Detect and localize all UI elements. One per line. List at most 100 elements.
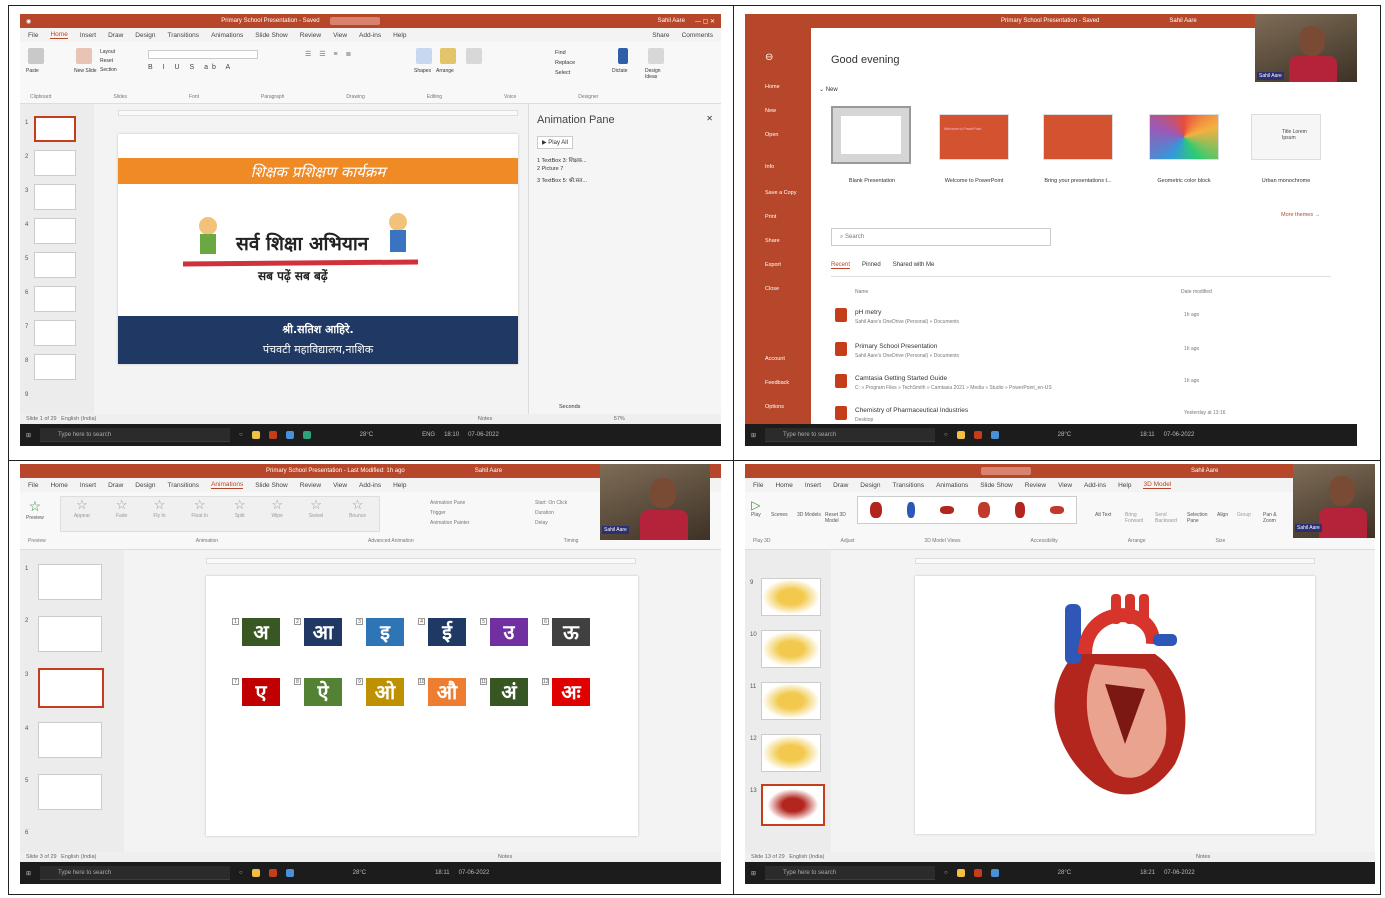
tab-help[interactable]: Help bbox=[393, 482, 406, 489]
animation-order-tag[interactable]: 9 bbox=[356, 678, 363, 685]
back-arrow-icon[interactable]: ⊖ bbox=[765, 52, 773, 63]
animation-order-tag[interactable]: 6 bbox=[542, 618, 549, 625]
tab-review[interactable]: Review bbox=[300, 482, 321, 489]
bring-forward-button[interactable]: Bring Forward bbox=[1125, 512, 1155, 524]
vowel-tile[interactable]: ओ bbox=[366, 678, 404, 706]
tab-shared[interactable]: Shared with Me bbox=[893, 262, 935, 269]
tab-design[interactable]: Design bbox=[135, 32, 155, 39]
duration-field[interactable]: Duration bbox=[535, 508, 567, 518]
heart-view-left-icon[interactable] bbox=[906, 502, 915, 518]
thumbnail-slide-1[interactable] bbox=[38, 564, 102, 600]
tab-insert[interactable]: Insert bbox=[805, 482, 821, 489]
select-button[interactable]: Select bbox=[555, 68, 575, 78]
tab-view[interactable]: View bbox=[333, 32, 347, 39]
play-all-button[interactable]: ▶ Play All bbox=[537, 136, 573, 149]
tab-draw[interactable]: Draw bbox=[108, 482, 123, 489]
tab-file[interactable]: File bbox=[28, 482, 38, 489]
weather-temp[interactable]: 28°C bbox=[1058, 870, 1071, 876]
tab-animations[interactable]: Animations bbox=[211, 481, 244, 489]
tab-slide-show[interactable]: Slide Show bbox=[255, 32, 288, 39]
tab-pinned[interactable]: Pinned bbox=[862, 262, 881, 269]
thumbnail-slide-4[interactable] bbox=[34, 218, 76, 244]
animation-order-tag[interactable]: 1 bbox=[232, 618, 239, 625]
slide-canvas[interactable] bbox=[915, 576, 1315, 834]
clock-time[interactable]: 18:11 bbox=[1140, 432, 1155, 438]
explorer-icon[interactable] bbox=[956, 869, 965, 877]
powerpoint-taskbar-icon[interactable] bbox=[973, 431, 982, 439]
vowel-tile[interactable]: ई bbox=[428, 618, 466, 646]
nav-export[interactable]: Export bbox=[765, 262, 781, 268]
animation-order-tag[interactable]: 11 bbox=[480, 678, 487, 685]
effect-gallery[interactable]: ☆ Appear ☆ Fade ☆ Fly In ☆ Float In ☆ Split ☆… bbox=[60, 496, 380, 532]
windows-start-icon[interactable]: ⊞ bbox=[26, 870, 31, 877]
preview-button[interactable]: ☆ Preview bbox=[26, 498, 44, 521]
tab-3d-model[interactable]: 3D Model bbox=[1143, 481, 1172, 489]
effect-wipe[interactable]: ☆ Wipe bbox=[271, 497, 283, 531]
tab-file[interactable]: File bbox=[753, 482, 763, 489]
taskbar-search[interactable]: Type here to search bbox=[40, 866, 231, 880]
nav-info[interactable]: Info bbox=[765, 164, 774, 170]
animation-order-tag[interactable]: 10 bbox=[418, 678, 425, 685]
tab-help[interactable]: Help bbox=[393, 32, 406, 39]
slide-canvas[interactable]: 1 अ 2 आ 3 इ 4 ई 5 उ 6 ऊ 7 ए 8 ऐ 9 ओ 10 औ 11 अं 12 अः bbox=[206, 576, 638, 836]
effect-split[interactable]: ☆ Split bbox=[234, 497, 246, 531]
explorer-icon[interactable] bbox=[956, 431, 965, 439]
weather-temp[interactable]: 28°C bbox=[360, 432, 373, 438]
effect-bounce[interactable]: ☆ Bounce bbox=[349, 497, 366, 531]
section-button[interactable]: Section bbox=[100, 66, 117, 75]
zoom-level[interactable]: 57% bbox=[614, 416, 625, 422]
group-button[interactable]: Group bbox=[1237, 512, 1251, 518]
models3d-button[interactable]: 3D Models bbox=[797, 512, 821, 518]
tab-add-ins[interactable]: Add-ins bbox=[1084, 482, 1106, 489]
animation-order-tag[interactable]: 8 bbox=[294, 678, 301, 685]
file-row[interactable]: Primary School Presentation Sahil Aare's… bbox=[811, 342, 1357, 368]
effect-fly-in[interactable]: ☆ Fly In bbox=[153, 497, 165, 531]
template-bring[interactable] bbox=[1043, 114, 1113, 160]
tab-view[interactable]: View bbox=[1058, 482, 1072, 489]
search-field[interactable]: ⌕ Search bbox=[831, 228, 1051, 246]
chrome-icon[interactable] bbox=[285, 869, 294, 877]
animation-painter-button[interactable]: Animation Painter bbox=[430, 518, 469, 528]
animation-order-tag[interactable]: 4 bbox=[418, 618, 425, 625]
language-indicator[interactable]: English (India) bbox=[789, 854, 824, 860]
nav-share[interactable]: Share bbox=[765, 238, 780, 244]
thumbnail-slide-3-selected[interactable] bbox=[38, 668, 104, 708]
clock-date[interactable]: 07-06-2022 bbox=[459, 870, 490, 876]
tab-home[interactable]: Home bbox=[50, 482, 67, 489]
weather-temp[interactable]: 28°C bbox=[353, 870, 366, 876]
app-icon[interactable] bbox=[302, 431, 311, 439]
tab-home[interactable]: Home bbox=[775, 482, 792, 489]
thumbnail-slide-10[interactable] bbox=[761, 630, 821, 668]
chrome-icon[interactable] bbox=[285, 431, 294, 439]
thumbnail-slide-4[interactable] bbox=[38, 722, 102, 758]
powerpoint-taskbar-icon[interactable] bbox=[973, 869, 982, 877]
tab-add-ins[interactable]: Add-ins bbox=[359, 32, 381, 39]
effect-fade[interactable]: ☆ Fade bbox=[116, 497, 128, 531]
thumbnail-slide-5[interactable] bbox=[38, 774, 102, 810]
nav-close[interactable]: Close bbox=[765, 286, 779, 292]
tab-design[interactable]: Design bbox=[860, 482, 880, 489]
animation-order-tag[interactable]: 3 bbox=[356, 618, 363, 625]
clock-time[interactable]: 18:11 bbox=[435, 870, 450, 876]
nav-feedback[interactable]: Feedback bbox=[765, 380, 789, 386]
powerpoint-taskbar-icon[interactable] bbox=[268, 431, 277, 439]
thumbnail-slide-9[interactable] bbox=[761, 578, 821, 616]
tab-view[interactable]: View bbox=[333, 482, 347, 489]
anim-item-2[interactable]: 2 Picture 7 bbox=[537, 166, 563, 172]
heart-view-bottom-icon[interactable] bbox=[1049, 506, 1064, 514]
tab-review[interactable]: Review bbox=[1025, 482, 1046, 489]
alt-text-button[interactable]: Alt Text bbox=[1095, 512, 1111, 518]
tab-slide-show[interactable]: Slide Show bbox=[980, 482, 1013, 489]
layout-button[interactable]: Layout bbox=[100, 48, 117, 57]
tab-review[interactable]: Review bbox=[300, 32, 321, 39]
explorer-icon[interactable] bbox=[251, 869, 260, 877]
file-row[interactable]: Chemistry of Pharmaceutical Industries D… bbox=[811, 406, 1357, 426]
font-format-buttons[interactable]: B I U S ab A bbox=[148, 64, 234, 71]
nav-new[interactable]: New bbox=[765, 108, 776, 114]
vowel-tile[interactable]: इ bbox=[366, 618, 404, 646]
vowel-tile[interactable]: अं bbox=[490, 678, 528, 706]
windows-start-icon[interactable]: ⊞ bbox=[751, 432, 756, 439]
cortana-icon[interactable]: ○ bbox=[239, 432, 243, 438]
vowel-tile[interactable]: ए bbox=[242, 678, 280, 706]
nav-open[interactable]: Open bbox=[765, 132, 778, 138]
